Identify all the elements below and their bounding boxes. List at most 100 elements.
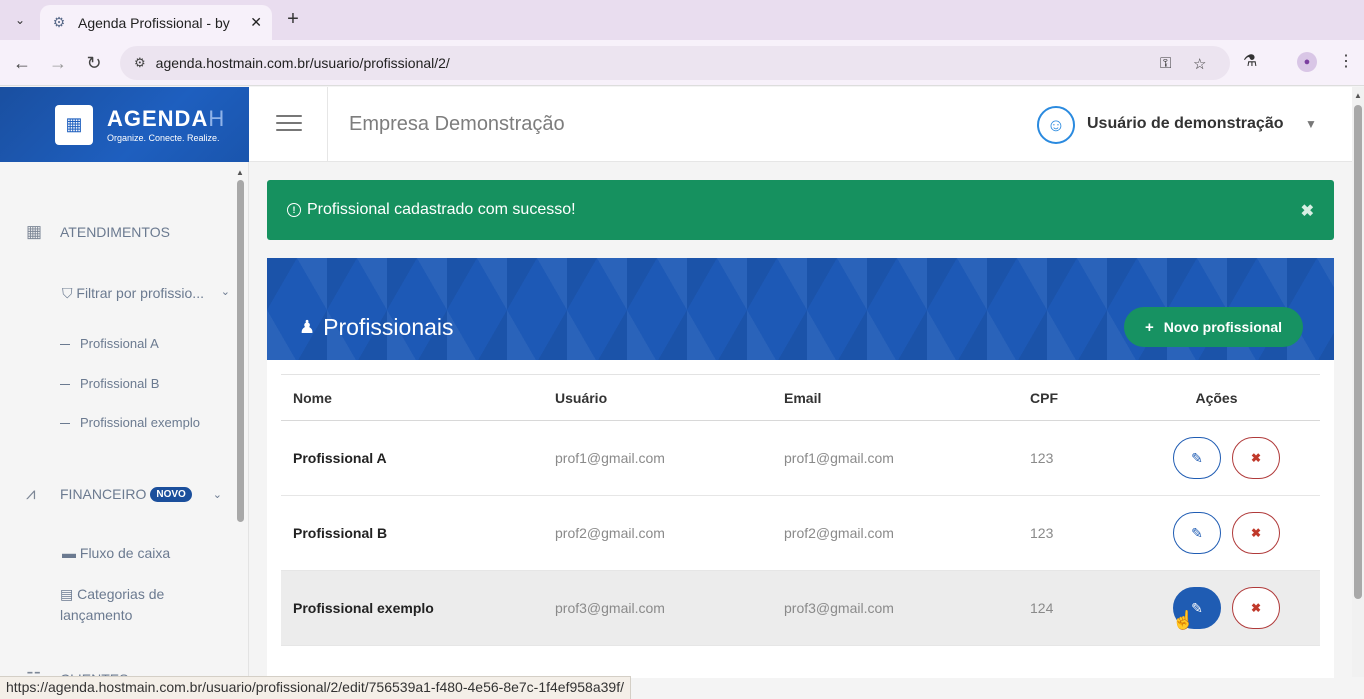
status-bar-url: https://agenda.hostmain.com.br/usuario/p…	[0, 676, 631, 699]
sidebar-item-label: ATENDIMENTOS	[60, 224, 170, 240]
user-name[interactable]: Usuário de demonstração	[1087, 115, 1284, 133]
menu-toggle-icon[interactable]	[276, 115, 302, 133]
sidebar-item-label: FINANCEIRO	[60, 486, 147, 502]
info-icon: !	[287, 203, 301, 217]
bookmark-star-icon[interactable]: ☆	[1193, 55, 1206, 73]
cell-email: prof2@gmail.com	[772, 495, 1018, 571]
card-header: ♟ Profissionais + Novo profissional	[267, 258, 1334, 360]
main-scroll-thumb[interactable]	[1354, 105, 1362, 599]
brand-logo-area[interactable]: ▦ AGENDAH Organize. Conecte. Realize.	[0, 87, 249, 162]
favicon-icon: ⚙	[52, 14, 66, 30]
filter-professional-dropdown[interactable]: ⛉ Filtrar por profissio... ⌄	[62, 285, 230, 302]
back-icon[interactable]: ←	[10, 51, 34, 75]
pencil-icon: ✎	[1191, 524, 1203, 541]
table-row: Profissional A prof1@gmail.com prof1@gma…	[281, 420, 1320, 496]
reload-icon[interactable]: ↻	[82, 51, 106, 75]
user-avatar-icon[interactable]: ☺	[1037, 106, 1075, 144]
scroll-up-icon[interactable]: ▲	[236, 168, 244, 177]
cell-usuario: prof3@gmail.com	[543, 570, 772, 646]
new-badge: NOVO	[150, 486, 192, 502]
pencil-icon: ✎	[1191, 449, 1203, 466]
cell-acoes: ✎ ✖	[1113, 495, 1320, 571]
brand-name: AGENDAH	[107, 106, 226, 131]
sidebar-item-atendimentos[interactable]: ▦ ATENDIMENTOS	[26, 222, 170, 242]
cell-usuario: prof1@gmail.com	[543, 420, 772, 496]
col-header-usuario: Usuário	[543, 374, 772, 421]
browser-menu-icon[interactable]: ⋮	[1338, 51, 1354, 71]
col-header-email: Email	[772, 374, 1018, 421]
table-header-row: Nome Usuário Email CPF Ações	[281, 374, 1320, 421]
tab-close-icon[interactable]: ✕	[250, 14, 262, 31]
chart-icon: ⩘	[26, 484, 36, 503]
scroll-up-icon[interactable]: ▲	[1354, 91, 1362, 100]
sidebar-professional-b[interactable]: Profissional B	[60, 376, 159, 391]
delete-x-icon: ✖	[1250, 451, 1262, 465]
cell-usuario: prof2@gmail.com	[543, 495, 772, 571]
hand-cursor-icon: ☝	[1172, 610, 1195, 630]
labs-flask-icon[interactable]: ⚗	[1243, 51, 1257, 71]
tab-search-chevron-icon[interactable]: ⌄	[8, 8, 32, 32]
cell-email: prof3@gmail.com	[772, 570, 1018, 646]
card-title-text: Profissionais	[323, 314, 454, 340]
col-header-cpf: CPF	[1018, 374, 1113, 421]
tab-title: Agenda Profissional - by	[78, 14, 230, 31]
table-row: Profissional B prof2@gmail.com prof2@gma…	[281, 495, 1320, 571]
chevron-down-icon: ⌄	[212, 488, 222, 501]
user-dropdown-caret-icon[interactable]: ▼	[1305, 117, 1317, 131]
cell-nome: Profissional B	[281, 495, 543, 571]
company-name: Empresa Demonstração	[349, 113, 565, 135]
table-row: Profissional exemplo prof3@gmail.com pro…	[281, 570, 1320, 646]
browser-toolbar: ← → ↻ ⚙ agenda.hostmain.com.br/usuario/p…	[0, 40, 1364, 86]
professionals-table: Nome Usuário Email CPF Ações Profissiona…	[281, 374, 1320, 646]
edit-button[interactable]: ✎	[1173, 512, 1221, 554]
cell-nome: Profissional A	[281, 420, 543, 496]
edit-button[interactable]: ✎	[1173, 437, 1221, 479]
new-professional-button[interactable]: + Novo profissional	[1124, 307, 1303, 347]
sidebar-scroll-thumb[interactable]	[237, 180, 244, 522]
list-icon: ▤	[60, 586, 78, 602]
sidebar-professional-exemplo[interactable]: Profissional exemplo	[60, 415, 200, 430]
col-header-nome: Nome	[281, 374, 543, 421]
sidebar-categorias[interactable]: ▤ Categorias de lançamento	[60, 584, 220, 626]
card-title: ♟ Profissionais	[299, 314, 454, 341]
alert-message: Profissional cadastrado com sucesso!	[307, 201, 576, 218]
profile-avatar-icon[interactable]: ●	[1297, 52, 1317, 72]
browser-tab-bar: ⌄ ⚙ Agenda Profissional - by ✕ +	[0, 0, 1364, 40]
sidebar-professional-a[interactable]: Profissional A	[60, 336, 159, 351]
cell-acoes: ✎ ✖	[1113, 420, 1320, 496]
cell-cpf: 123	[1018, 420, 1113, 496]
app-header: Empresa Demonstração ☺ Usuário de demons…	[249, 87, 1352, 162]
new-tab-button[interactable]: +	[282, 9, 304, 31]
new-professional-label: Novo profissional	[1163, 319, 1282, 335]
delete-x-icon: ✖	[1250, 526, 1262, 540]
filter-icon: ⛉	[62, 285, 77, 301]
cell-cpf: 124	[1018, 570, 1113, 646]
register-icon: ▬	[62, 545, 80, 561]
key-icon[interactable]: ⚿	[1160, 55, 1171, 72]
delete-x-icon: ✖	[1250, 601, 1262, 615]
url-text: agenda.hostmain.com.br/usuario/profissio…	[155, 55, 450, 71]
sidebar-item-financeiro[interactable]: ⩘ FINANCEIRO NOVO ⌄	[26, 484, 222, 504]
header-divider	[327, 87, 328, 162]
sidebar-fluxo-caixa[interactable]: ▬ Fluxo de caixa	[62, 543, 222, 564]
success-alert: ! Profissional cadastrado com sucesso! ✖	[267, 180, 1334, 240]
sidebar-scrollbar[interactable]: ▲	[236, 168, 244, 678]
delete-button[interactable]: ✖	[1232, 437, 1280, 479]
alert-close-icon[interactable]: ✖	[1301, 201, 1314, 221]
cell-cpf: 123	[1018, 495, 1113, 571]
site-info-icon[interactable]: ⚙	[134, 55, 146, 71]
col-header-acoes: Ações	[1113, 374, 1320, 421]
cell-email: prof1@gmail.com	[772, 420, 1018, 496]
calendar-logo-icon: ▦	[55, 104, 93, 145]
address-bar[interactable]: ⚙ agenda.hostmain.com.br/usuario/profiss…	[120, 46, 1230, 80]
delete-button[interactable]: ✖	[1232, 587, 1280, 629]
sidebar-link-label: Fluxo de caixa	[79, 545, 171, 561]
browser-tab[interactable]: ⚙ Agenda Profissional - by ✕	[40, 5, 272, 40]
chevron-down-icon: ⌄	[220, 286, 230, 298]
main-scrollbar[interactable]: ▲	[1352, 87, 1364, 677]
filter-label: Filtrar por profissio...	[76, 285, 204, 301]
delete-button[interactable]: ✖	[1232, 512, 1280, 554]
forward-icon[interactable]: →	[46, 51, 70, 75]
brand-tagline: Organize. Conecte. Realize.	[107, 133, 220, 143]
cell-nome: Profissional exemplo	[281, 570, 543, 646]
